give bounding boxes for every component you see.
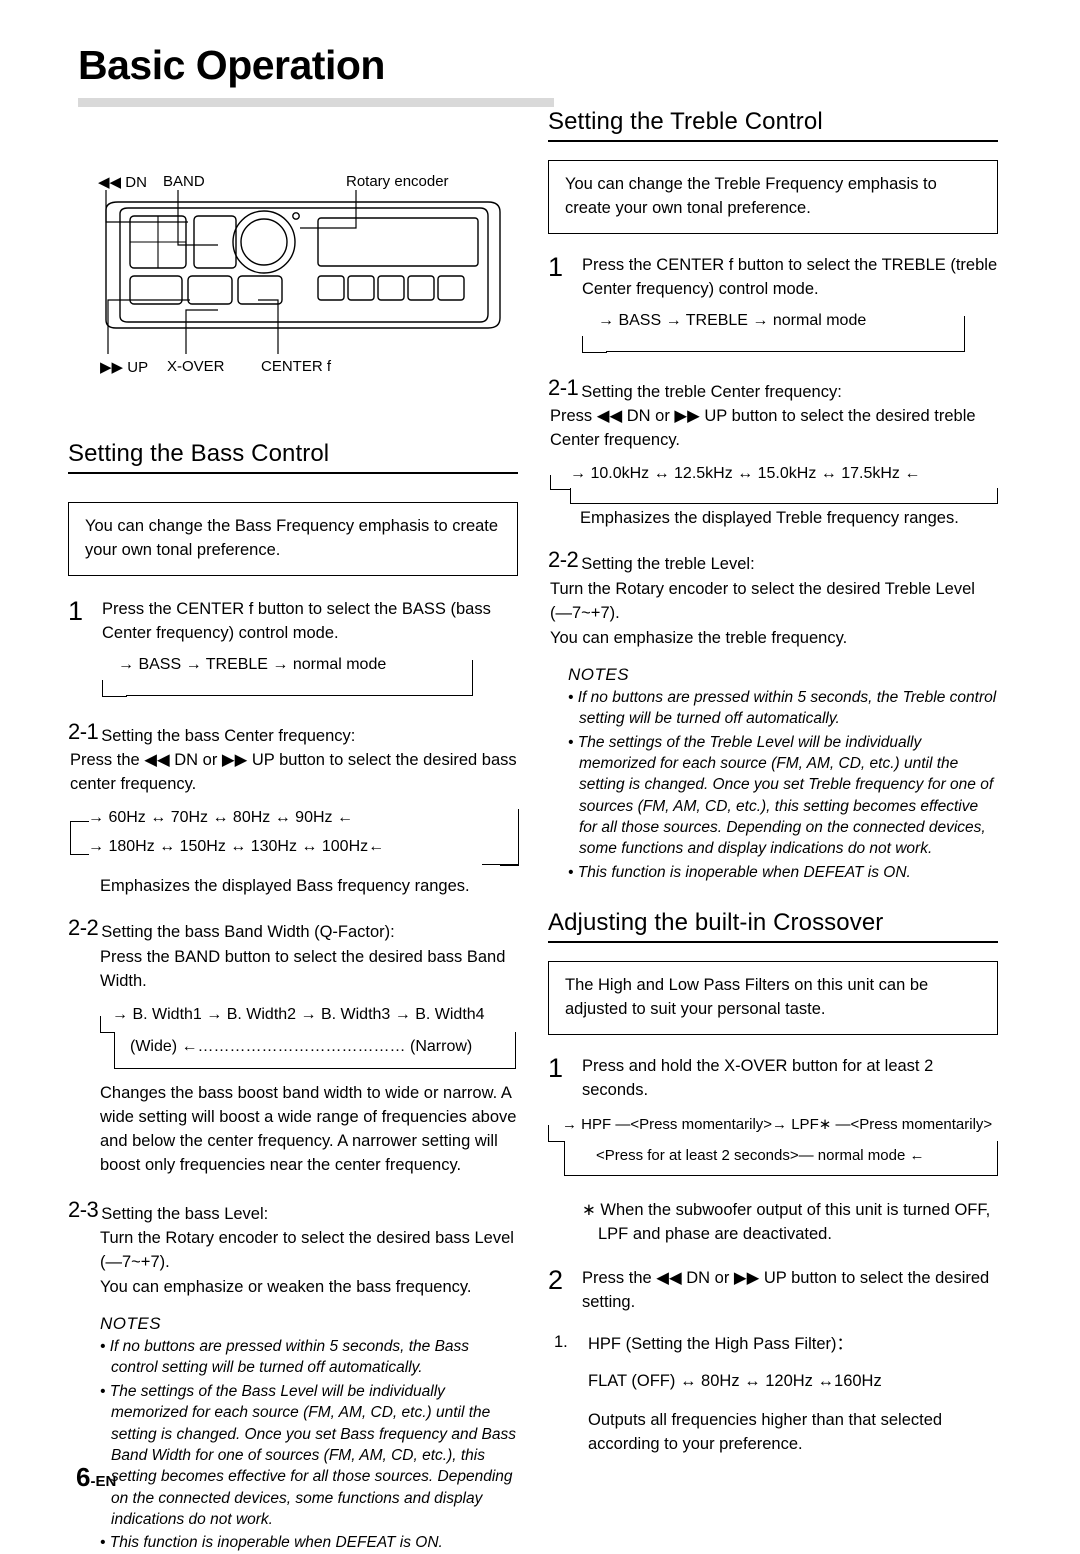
bass-note-2: • This function is inoperable when DEFEA… bbox=[100, 1534, 443, 1552]
crossover-intro-text: The High and Low Pass Filters on this un… bbox=[565, 976, 929, 1019]
crossover-item-1-number: 1. bbox=[554, 1332, 568, 1351]
treble-note-0: • If no buttons are pressed within 5 sec… bbox=[568, 688, 997, 728]
bass-mode-flow-text: → BASS → TREBLE → normal mode bbox=[118, 655, 387, 673]
bass-frequency-flow-caption: Emphasizes the displayed Bass frequency … bbox=[100, 877, 470, 896]
bass-substep-2-3: 2-3 Setting the bass Level: Turn the Rot… bbox=[68, 1196, 518, 1301]
treble-substep-2-2-text: Turn the Rotary encoder to select the de… bbox=[550, 580, 975, 622]
bass-notes-list: • If no buttons are pressed within 5 sec… bbox=[100, 1336, 518, 1554]
crossover-item-1-text: HPF (Setting the High Pass Filter)： bbox=[588, 1334, 853, 1353]
crossover-item-1-values: FLAT (OFF) ↔ 80Hz ↔ 120Hz ↔160Hz bbox=[588, 1372, 882, 1391]
crossover-item-1: 1. HPF (Setting the High Pass Filter)： bbox=[554, 1333, 998, 1357]
crossover-section-heading: Adjusting the built-in Crossover bbox=[548, 909, 884, 937]
bass-substep-2-1: 2-1 Setting the bass Center frequency: P… bbox=[68, 718, 518, 798]
treble-substep-2-2-number: 2-2 bbox=[548, 547, 579, 573]
bass-frequency-flow-line2: → 180Hz ↔ 150Hz ↔ 130Hz ↔ 100Hz← bbox=[88, 838, 385, 856]
treble-frequency-flow: → 10.0kHz ↔ 12.5kHz ↔ 15.0kHz ↔ 17.5kHz … bbox=[550, 465, 998, 505]
bass-section-heading: Setting the Bass Control bbox=[68, 440, 330, 467]
treble-substep-2-1-number: 2-1 bbox=[548, 374, 579, 400]
treble-heading-rule bbox=[548, 140, 998, 142]
treble-substep-2-2-title: Setting the treble Level: bbox=[581, 555, 755, 574]
bass-step-1-number: 1 bbox=[68, 595, 84, 626]
bass-mode-flow: → BASS → TREBLE → normal mode bbox=[102, 656, 518, 700]
bass-intro-text: You can change the Bass Frequency emphas… bbox=[85, 517, 499, 559]
bass-frequency-flow: → 60Hz ↔ 70Hz ↔ 80Hz ↔ 90Hz ← → 180Hz ↔ … bbox=[70, 809, 519, 871]
bass-bandwidth-description: Changes the bass boost band width to wid… bbox=[100, 1083, 517, 1174]
crossover-step-1: 1 Press and hold the X-OVER button for a… bbox=[548, 1055, 998, 1103]
page-title: Basic Operation bbox=[78, 42, 385, 88]
bass-step-1: 1 Press the CENTER f button to select th… bbox=[68, 595, 518, 646]
treble-substep-2-1: 2-1 Setting the treble Center frequency:… bbox=[548, 374, 998, 454]
crossover-flow-line1: → HPF —<Press momentarily>→ LPF∗ —<Press… bbox=[562, 1115, 993, 1133]
treble-substep-2-2-text2: You can emphasize the treble frequency. bbox=[550, 628, 848, 647]
crossover-heading-rule bbox=[548, 941, 998, 944]
treble-frequency-flow-text: → 10.0kHz ↔ 12.5kHz ↔ 15.0kHz ↔ 17.5kHz … bbox=[570, 465, 921, 483]
treble-substep-2-1-title: Setting the treble Center frequency: bbox=[581, 382, 842, 401]
bass-bandwidth-flow: → B. Width1 → B. Width2 → B. Width3 → B.… bbox=[100, 1005, 518, 1069]
bass-note-0: • If no buttons are pressed within 5 sec… bbox=[100, 1338, 470, 1377]
treble-mode-flow-text: → BASS → TREBLE → normal mode bbox=[598, 311, 867, 329]
bass-bandwidth-flow-line1: → B. Width1 → B. Width2 → B. Width3 → B.… bbox=[112, 1005, 485, 1023]
bass-substep-2-1-text: Press the ◀◀ DN or ▶▶ UP button to selec… bbox=[70, 751, 517, 794]
crossover-intro-box: The High and Low Pass Filters on this un… bbox=[548, 961, 998, 1036]
page-number: 6 bbox=[76, 1462, 91, 1492]
treble-note-2: • This function is inoperable when DEFEA… bbox=[568, 863, 911, 881]
diagram-leader-lines bbox=[105, 190, 501, 354]
bass-bandwidth-flow-line2: (Wide) ←………………………………… (Narrow) bbox=[130, 1037, 473, 1055]
treble-mode-flow: → BASS → TREBLE → normal mode bbox=[582, 312, 998, 356]
treble-substep-2-2: 2-2 Setting the treble Level: Turn the R… bbox=[548, 548, 998, 651]
crossover-item-1-description: Outputs all frequencies higher than that… bbox=[588, 1411, 943, 1454]
bass-substep-2-3-text: Turn the Rotary encoder to select the de… bbox=[100, 1229, 514, 1272]
bass-substep-2-2-number: 2-2 bbox=[68, 915, 99, 941]
crossover-step-1-text: Press and hold the X-OVER button for at … bbox=[582, 1057, 934, 1099]
bass-substep-2-2-text: Press the BAND button to select the desi… bbox=[100, 948, 506, 990]
page-footer: 6-EN bbox=[76, 1462, 116, 1493]
bass-substep-2-3-number: 2-3 bbox=[68, 1196, 99, 1222]
bass-note-1: • The settings of the Bass Level will be… bbox=[100, 1382, 516, 1529]
right-column: Setting the Treble Control You can chang… bbox=[548, 108, 998, 1457]
crossover-mode-flow: → HPF —<Press momentarily>→ LPF∗ —<Press… bbox=[548, 1115, 998, 1181]
treble-step-1-text: Press the CENTER f button to select the … bbox=[582, 255, 998, 298]
bass-substep-2-2-title: Setting the bass Band Width (Q-Factor): bbox=[101, 923, 395, 942]
treble-frequency-flow-caption: Emphasizes the displayed Treble frequenc… bbox=[580, 509, 959, 528]
bass-substep-2-1-title: Setting the bass Center frequency: bbox=[101, 726, 356, 745]
treble-note-1: • The settings of the Treble Level will … bbox=[568, 733, 994, 858]
treble-step-1: 1 Press the CENTER f button to select th… bbox=[548, 251, 998, 302]
title-underline-bar bbox=[78, 98, 554, 107]
crossover-step-2-number: 2 bbox=[548, 1264, 564, 1295]
bass-substep-2-2: 2-2 Setting the bass Band Width (Q-Facto… bbox=[68, 916, 518, 994]
bass-notes-title: NOTES bbox=[100, 1314, 162, 1334]
crossover-flow-line2: <Press for at least 2 seconds>— normal m… bbox=[596, 1146, 925, 1164]
treble-intro-text: You can change the Treble Frequency emph… bbox=[565, 175, 937, 217]
treble-notes-title: NOTES bbox=[568, 664, 630, 684]
treble-step-1-number: 1 bbox=[548, 251, 564, 282]
left-column: Setting the Bass Control You can change … bbox=[68, 440, 519, 1554]
page-number-suffix: -EN bbox=[90, 1473, 117, 1490]
bass-heading-rule bbox=[68, 472, 518, 474]
bass-frequency-flow-line1: → 60Hz ↔ 70Hz ↔ 80Hz ↔ 90Hz ← bbox=[88, 809, 353, 827]
treble-section-heading: Setting the Treble Control bbox=[548, 108, 823, 135]
bass-intro-box: You can change the Bass Frequency emphas… bbox=[68, 502, 518, 576]
treble-substep-2-1-text: Press ◀◀ DN or ▶▶ UP button to select th… bbox=[550, 407, 976, 450]
head-unit-diagram: ◀◀ DN BAND Rotary encoder ▶▶ UP X-OVER C… bbox=[68, 150, 528, 400]
bass-substep-2-1-number: 2-1 bbox=[68, 718, 99, 744]
crossover-step-2: 2 Press the ◀◀ DN or ▶▶ UP button to sel… bbox=[548, 1264, 998, 1315]
treble-intro-box: You can change the Treble Frequency emph… bbox=[548, 160, 998, 234]
bass-substep-2-3-title: Setting the bass Level: bbox=[101, 1204, 269, 1223]
manual-page: Basic Operation ◀◀ DN BAND Rotary encode… bbox=[0, 0, 1080, 1551]
bass-substep-2-3-text2: You can emphasize or weaken the bass fre… bbox=[100, 1278, 472, 1297]
crossover-step-1-number: 1 bbox=[548, 1053, 564, 1084]
crossover-star-note: ∗ When the subwoofer output of this unit… bbox=[582, 1200, 991, 1243]
treble-notes-list: • If no buttons are pressed within 5 sec… bbox=[568, 687, 998, 883]
bass-step-1-text: Press the CENTER f button to select the … bbox=[102, 599, 491, 642]
crossover-step-2-text: Press the ◀◀ DN or ▶▶ UP button to selec… bbox=[582, 1268, 990, 1311]
